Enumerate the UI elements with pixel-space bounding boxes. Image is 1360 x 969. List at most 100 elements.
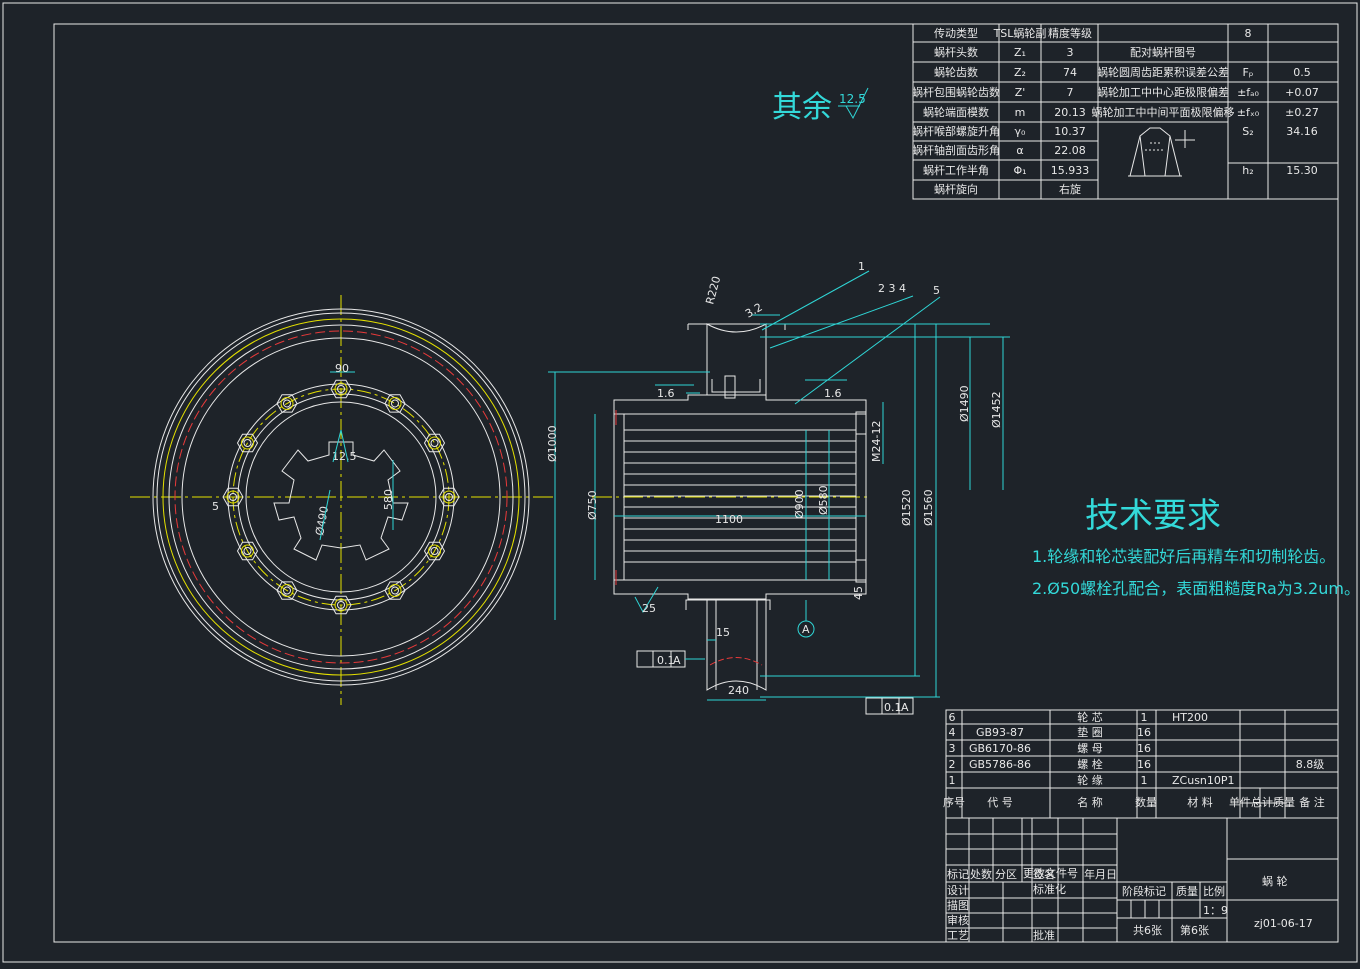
- parts-cell-r4-c4: ZCusn10P1: [1172, 774, 1235, 787]
- parts-cell-r0-c2: 轮 芯: [1077, 710, 1103, 724]
- tech-req-line2: 2.Ø50螺栓孔配合，表面粗糙度Ra为3.2um。: [1032, 579, 1360, 598]
- tb-label-process: 工艺: [947, 929, 969, 942]
- param-cell-r7-c2: 15.933: [1051, 164, 1090, 177]
- dim-r220: R220: [703, 275, 723, 306]
- dim-roughness-right: 1.6: [824, 387, 842, 400]
- parts-cell-r1-c2: 垫 圈: [1077, 725, 1103, 739]
- param-cell-r6-c2: 22.08: [1054, 144, 1086, 157]
- dim-d1490: Ø1490: [958, 385, 971, 422]
- param-cell-r4-c3: 蜗轮加工中中间平面极限偏移: [1092, 105, 1235, 119]
- parts-cell-r2-c1: GB6170-86: [969, 742, 1031, 755]
- section-view: [548, 270, 1010, 715]
- param-cell-r4-c4: ±fₓ₀: [1237, 106, 1260, 119]
- tol-frame-2-datum: A: [901, 701, 909, 714]
- dim-roughness-25: 25: [642, 602, 656, 615]
- param-cell-r2-c0: 蜗轮齿数: [934, 65, 978, 79]
- parts-header-1: 代 号: [987, 796, 1013, 809]
- parts-cell-r2-c3: 16: [1137, 742, 1151, 755]
- tb-label-date: 年月日: [1084, 867, 1117, 881]
- tb-scale-value: 1：9: [1203, 904, 1228, 917]
- param-cell-r6-c0: 蜗杆轴剖面齿形角: [912, 143, 1000, 157]
- tb-label-scale: 比例: [1203, 884, 1225, 898]
- parts-cell-r1-c1: GB93-87: [976, 726, 1024, 739]
- tech-req-line1: 1.轮缘和轮芯装配好后再精车和切制轮齿。: [1032, 547, 1335, 566]
- tb-label-design: 设计: [947, 884, 969, 897]
- dim-240: 240: [728, 684, 749, 697]
- tol-frame-1-value: 0.1: [657, 654, 675, 667]
- parts-cell-r1-c3: 16: [1137, 726, 1151, 739]
- param-cell-r2-c4: Fₚ: [1242, 66, 1253, 79]
- parts-cell-r3-c1: GB5786-86: [969, 758, 1031, 771]
- param-cell-r0-c1: TSL蜗轮副: [993, 26, 1047, 40]
- tb-label-zone: 分区: [995, 868, 1017, 881]
- param-cell-r7-c0: 蜗杆工作半角: [923, 163, 989, 177]
- parts-cell-r4-c3: 1: [1141, 774, 1148, 787]
- drawing-canvas: 传动类型 TSL蜗轮副 精度等级 8蜗杆头数 Z₁ 3 配对蜗杆图号蜗轮齿数 Z₂ 74 蜗轮圆周…: [2, 2, 1360, 963]
- param-cell-r1-c3: 配对蜗杆图号: [1130, 45, 1196, 59]
- param-cell-r0-c4: 8: [1245, 27, 1252, 40]
- param-cell-r8-c2: 右旋: [1059, 182, 1081, 196]
- tol-frame-1-datum: A: [673, 654, 681, 667]
- param-cell-r2-c3: 蜗轮圆周齿距累积误差公差: [1097, 65, 1229, 79]
- tb-label-stage: 阶段标记: [1122, 884, 1166, 898]
- tech-req-title: 技术要求: [1085, 496, 1221, 536]
- param-cell-r3-c4: ±fₐ₀: [1237, 86, 1259, 99]
- balloon-2-3-4: 2 3 4: [878, 282, 906, 295]
- tb-sheet-number: 第6张: [1180, 923, 1209, 937]
- param-cell-r3-c5: +0.07: [1285, 86, 1319, 99]
- tol-frame-2-value: 0.1: [884, 701, 902, 714]
- parts-cell-r3-c2: 螺 栓: [1077, 757, 1103, 771]
- parts-header-4: 材 料: [1187, 795, 1213, 809]
- dim-roughness-3-2: 3.2: [743, 301, 765, 321]
- param-cell-r1-c1: Z₁: [1014, 46, 1026, 59]
- param-cell-r7-c5: 15.30: [1286, 164, 1318, 177]
- param-cell-r3-c0: 蜗杆包围蜗轮齿数: [912, 85, 1000, 99]
- dim-d1452: Ø1452: [990, 391, 1003, 428]
- tooth-profile-sketch: [1129, 127, 1181, 177]
- param-cell-r0-c0: 传动类型: [934, 26, 978, 40]
- param-cell-r2-c1: Z₂: [1014, 66, 1026, 79]
- parts-header-5: 单件总计质量: [1229, 795, 1295, 809]
- dim-length-1100: 1100: [715, 513, 743, 526]
- parts-header-0: 序号: [943, 795, 965, 809]
- tb-label-sign: 签名: [1033, 867, 1055, 881]
- param-cell-r0-c2: 精度等级: [1048, 26, 1092, 40]
- balloon-5: 5: [933, 284, 940, 297]
- dim-m24: M24-12: [870, 421, 883, 462]
- dim-chamfer: 5: [212, 500, 219, 513]
- tb-label-mark: 标记: [947, 867, 969, 881]
- param-cell-r4-c1: m: [1015, 106, 1026, 119]
- parts-cell-r3-c3: 16: [1137, 758, 1151, 771]
- part-name: 蜗 轮: [1262, 874, 1288, 888]
- param-cell-r5-c0: 蜗杆喉部螺旋升角: [912, 124, 1000, 138]
- roughness-other-value: 12.5: [839, 92, 866, 106]
- tb-label-mass: 质量: [1176, 885, 1198, 898]
- dim-top: 90: [335, 362, 349, 375]
- param-cell-r2-c2: 74: [1063, 66, 1077, 79]
- bolt-hole: [388, 396, 402, 410]
- dim-d580: Ø580: [817, 485, 830, 515]
- drawing-number: zj01-06-17: [1254, 917, 1313, 930]
- bolt-hole: [428, 436, 442, 450]
- dim-d1000: Ø1000: [546, 425, 559, 462]
- dim-15: 15: [716, 626, 730, 639]
- roughness-other-label: 其余: [772, 90, 832, 125]
- param-cell-r7-c4: h₂: [1242, 164, 1253, 177]
- param-cell-r5-c5: 34.16: [1286, 125, 1318, 138]
- dim-d750: Ø750: [586, 490, 599, 520]
- param-cell-r3-c3: 蜗轮加工中中心距极限偏差: [1097, 85, 1229, 99]
- dim-roughness-left: 1.6: [657, 387, 675, 400]
- tb-sheets-total: 共6张: [1133, 924, 1162, 937]
- parts-cell-r3-c0: 2: [949, 758, 956, 771]
- parts-header-3: 数量: [1135, 796, 1157, 809]
- dim-d1560: Ø1560: [922, 489, 935, 526]
- parts-cell-r0-c0: 6: [949, 711, 956, 724]
- parts-cell-r4-c0: 1: [949, 774, 956, 787]
- dim-d1520: Ø1520: [900, 489, 913, 526]
- param-cell-r3-c1: Z': [1015, 86, 1026, 99]
- parts-header-2: 名 称: [1077, 795, 1103, 809]
- tb-label-trace: 描图: [947, 898, 969, 912]
- tb-label-count: 处数: [970, 868, 992, 881]
- datum-a: A: [802, 623, 810, 636]
- parts-cell-r3-c5: 8.8级: [1296, 758, 1325, 771]
